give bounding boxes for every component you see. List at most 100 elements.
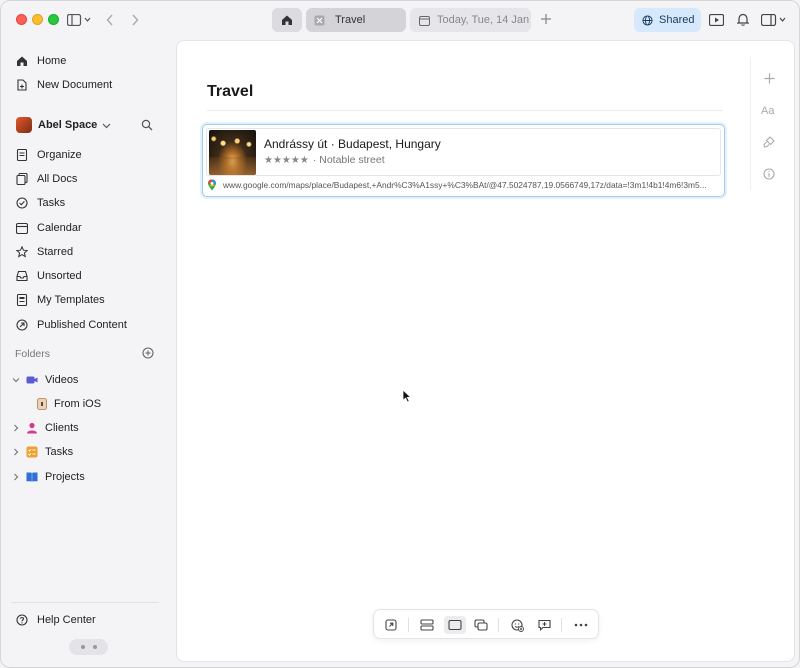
book-folder-icon bbox=[26, 472, 38, 482]
docs-icon bbox=[16, 173, 28, 185]
style-brush-button[interactable] bbox=[761, 134, 777, 150]
bell-icon bbox=[737, 13, 749, 26]
new-tab-button[interactable] bbox=[540, 11, 552, 28]
stacked-cards-icon bbox=[474, 619, 488, 631]
right-rail: Aa bbox=[750, 57, 785, 190]
space-switcher[interactable]: Abel Space bbox=[16, 117, 111, 133]
folder-label: Clients bbox=[45, 422, 79, 434]
folder-from-ios[interactable]: From iOS bbox=[36, 395, 101, 413]
sidebar-item-published-content[interactable]: Published Content bbox=[16, 315, 127, 335]
search-button[interactable] bbox=[140, 118, 154, 132]
tab-label: Today, Tue, 14 Jan bbox=[437, 14, 530, 26]
open-link-button[interactable] bbox=[382, 616, 400, 634]
right-panel-icon bbox=[761, 14, 786, 26]
plus-icon bbox=[764, 73, 774, 83]
organize-icon bbox=[16, 149, 28, 161]
title-divider bbox=[207, 110, 723, 111]
sidebar-item-my-templates[interactable]: My Templates bbox=[16, 290, 105, 310]
sidebar-item-calendar[interactable]: Calendar bbox=[16, 218, 82, 238]
chevron-left-icon bbox=[106, 14, 113, 26]
link-preview-inner[interactable]: Andrássy út · Budapest, Hungary ★★★★★ · … bbox=[206, 128, 721, 176]
page-title[interactable]: Travel bbox=[207, 83, 253, 101]
link-preview-card[interactable]: Andrássy út · Budapest, Hungary ★★★★★ · … bbox=[202, 124, 725, 197]
sidebar-toggle-button[interactable] bbox=[67, 13, 91, 27]
info-button[interactable] bbox=[761, 166, 777, 182]
add-reaction-button[interactable] bbox=[508, 616, 526, 634]
folder-tasks[interactable]: Tasks bbox=[12, 443, 73, 461]
tab-label: Travel bbox=[335, 14, 366, 26]
mouse-cursor-icon bbox=[402, 389, 412, 403]
chevron-right-icon bbox=[14, 473, 19, 481]
chevron-down-icon bbox=[102, 123, 111, 128]
notifications-button[interactable] bbox=[736, 12, 750, 26]
inbox-icon bbox=[16, 270, 28, 282]
help-icon bbox=[16, 614, 28, 626]
inline-view-button[interactable] bbox=[418, 616, 436, 634]
toolbar-separator bbox=[561, 618, 562, 632]
sidebar-item-tasks[interactable]: Tasks bbox=[16, 193, 65, 213]
sidebar-item-organize[interactable]: Organize bbox=[16, 145, 82, 165]
folder-label: Projects bbox=[45, 471, 85, 483]
check-circle-icon bbox=[16, 197, 28, 209]
play-icon bbox=[708, 14, 724, 26]
zoom-window-button[interactable] bbox=[48, 14, 59, 25]
add-block-button[interactable] bbox=[761, 70, 777, 86]
tab-home[interactable] bbox=[272, 8, 302, 32]
sidebar-item-new-document[interactable]: New Document bbox=[16, 75, 112, 95]
space-name: Abel Space bbox=[38, 119, 98, 131]
open-external-icon bbox=[385, 619, 397, 631]
search-icon bbox=[141, 119, 153, 131]
minimize-window-button[interactable] bbox=[32, 14, 43, 25]
folder-videos[interactable]: Videos bbox=[12, 371, 78, 389]
add-folder-icon[interactable] bbox=[142, 347, 154, 359]
folder-clients[interactable]: Clients bbox=[12, 419, 79, 437]
sidebar-item-home[interactable]: Home bbox=[16, 51, 66, 71]
more-options-button[interactable] bbox=[572, 616, 590, 634]
sidebar-item-unsorted[interactable]: Unsorted bbox=[16, 266, 82, 286]
add-comment-button[interactable] bbox=[535, 616, 553, 634]
globe-icon bbox=[642, 14, 653, 26]
close-window-button[interactable] bbox=[16, 14, 27, 25]
place-category: · Notable street bbox=[312, 154, 385, 166]
sidebar-item-label: New Document bbox=[37, 79, 113, 91]
place-subtitle: ★★★★★ · Notable street bbox=[264, 154, 385, 166]
tab-today[interactable]: Today, Tue, 14 Jan bbox=[410, 8, 531, 32]
title-bar: Travel Today, Tue, 14 Jan Shared bbox=[1, 1, 799, 39]
sidebar-item-label: Starred bbox=[37, 246, 74, 258]
document-canvas[interactable]: Travel Andrássy út · Budapest, Hungary ★… bbox=[176, 40, 795, 662]
forward-button[interactable] bbox=[129, 13, 141, 27]
place-title: Andrássy út · Budapest, Hungary bbox=[264, 137, 441, 151]
template-icon bbox=[16, 294, 28, 306]
sidebar-item-label: Organize bbox=[37, 149, 82, 161]
page-indicator[interactable] bbox=[69, 639, 108, 655]
text-style-button[interactable]: Aa bbox=[761, 102, 777, 118]
brush-icon bbox=[763, 136, 775, 148]
sidebar-item-starred[interactable]: Starred bbox=[16, 242, 73, 262]
chevron-right-icon bbox=[14, 448, 19, 456]
sidebar-item-help-center[interactable]: Help Center bbox=[16, 610, 96, 630]
present-button[interactable] bbox=[708, 13, 724, 27]
star-icon bbox=[16, 246, 28, 258]
card-view-button[interactable] bbox=[444, 616, 466, 634]
folder-label: Videos bbox=[45, 374, 79, 386]
link-url: www.google.com/maps/place/Budapest,+Andr… bbox=[223, 180, 707, 190]
folder-label: Tasks bbox=[45, 446, 74, 458]
shared-label: Shared bbox=[659, 14, 695, 26]
link-url-row[interactable]: www.google.com/maps/place/Budapest,+Andr… bbox=[207, 178, 720, 192]
published-icon bbox=[16, 319, 28, 331]
tab-travel[interactable]: Travel bbox=[306, 8, 406, 32]
preview-view-button[interactable] bbox=[472, 616, 490, 634]
chevron-right-icon bbox=[14, 424, 19, 432]
back-button[interactable] bbox=[104, 13, 116, 27]
folder-projects[interactable]: Projects bbox=[12, 468, 85, 486]
sidebar-item-all-docs[interactable]: All Docs bbox=[16, 169, 77, 189]
page-dot bbox=[80, 645, 85, 649]
shared-button[interactable]: Shared bbox=[634, 8, 701, 32]
emoji-add-icon bbox=[510, 618, 524, 632]
sidebar-item-label: My Templates bbox=[37, 294, 105, 306]
new-document-icon bbox=[17, 79, 27, 91]
sidebar-item-label: Published Content bbox=[37, 319, 127, 331]
chevron-right-icon bbox=[132, 14, 139, 26]
toolbar-separator bbox=[498, 618, 499, 632]
inspector-toggle-button[interactable] bbox=[761, 13, 787, 27]
